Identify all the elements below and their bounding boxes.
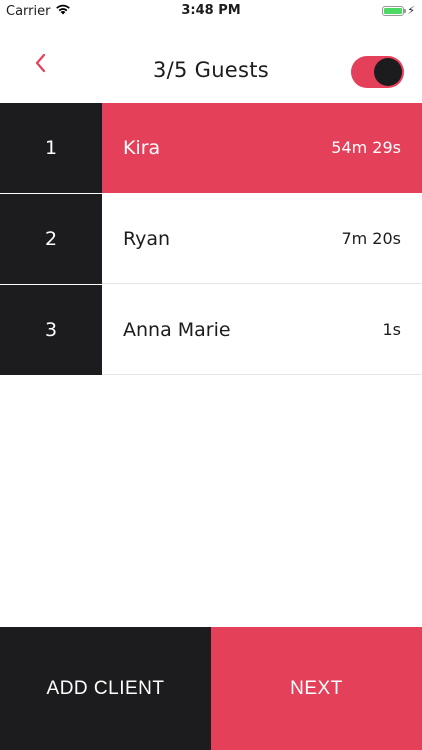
- guests-toggle[interactable]: [351, 56, 404, 88]
- next-button[interactable]: NEXT: [211, 627, 422, 750]
- guest-row[interactable]: 2 Ryan 7m 20s: [0, 194, 422, 284]
- guest-number: 3: [0, 285, 102, 375]
- guest-number: 2: [0, 194, 102, 284]
- guest-body: Ryan 7m 20s: [102, 194, 422, 284]
- guest-elapsed-time: 1s: [382, 320, 401, 339]
- status-bar: Carrier 3:48 PM ⚡: [0, 0, 422, 22]
- guest-name: Kira: [123, 136, 161, 159]
- guest-number: 1: [0, 103, 102, 193]
- charging-bolt-icon: ⚡: [407, 4, 415, 17]
- guest-name: Ryan: [123, 227, 171, 250]
- footer-actions: ADD CLIENT NEXT: [0, 627, 422, 750]
- guest-name: Anna Marie: [123, 318, 231, 341]
- nav-header: 3/5 Guests: [0, 22, 422, 103]
- guest-row[interactable]: 3 Anna Marie 1s: [0, 285, 422, 375]
- status-time: 3:48 PM: [181, 3, 241, 18]
- status-right: ⚡: [382, 4, 415, 17]
- battery-fill: [384, 7, 403, 14]
- guest-body: Anna Marie 1s: [102, 285, 422, 375]
- toggle-knob: [374, 58, 402, 86]
- battery-icon: [382, 5, 407, 16]
- guest-elapsed-time: 7m 20s: [341, 229, 401, 248]
- add-client-button[interactable]: ADD CLIENT: [0, 627, 211, 750]
- guest-list: 1 Kira 54m 29s 2 Ryan 7m 20s 3 Anna Mari…: [0, 103, 422, 375]
- guest-elapsed-time: 54m 29s: [331, 138, 401, 157]
- guest-row[interactable]: 1 Kira 54m 29s: [0, 103, 422, 193]
- guest-body: Kira 54m 29s: [102, 103, 422, 193]
